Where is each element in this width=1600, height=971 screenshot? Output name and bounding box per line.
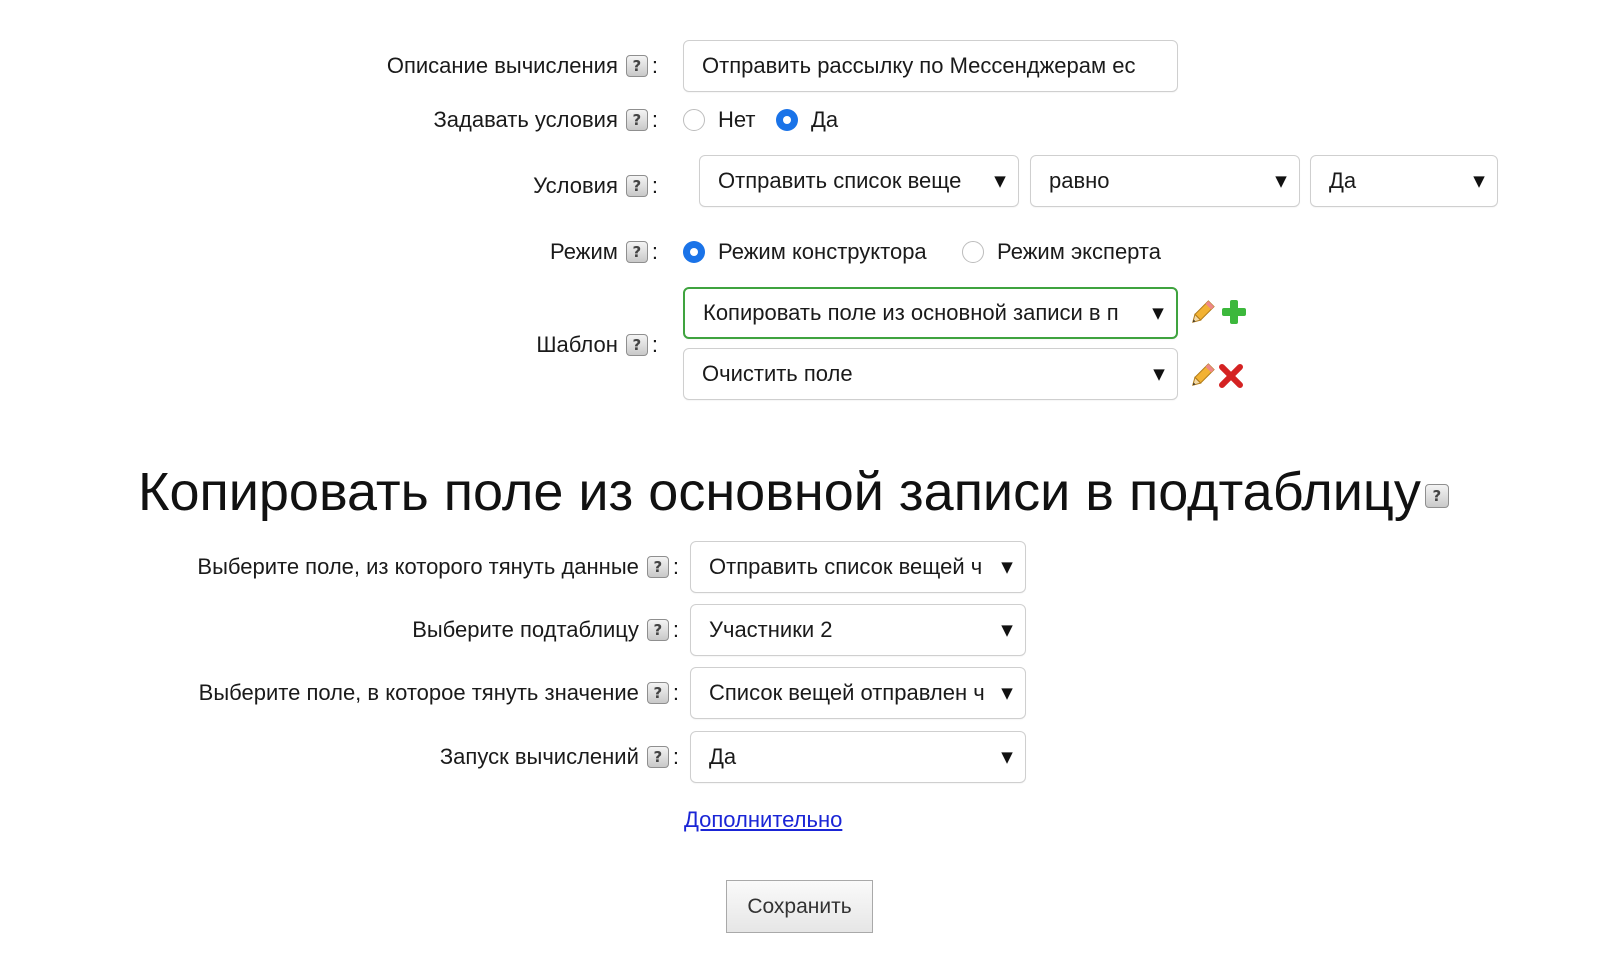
help-icon[interactable]: ?	[646, 682, 669, 704]
radio-constructor-mode[interactable]	[683, 241, 705, 263]
pencil-icon[interactable]	[1187, 361, 1217, 391]
template-select-2[interactable]: Очистить поле ▼	[683, 348, 1178, 400]
chevron-down-icon: ▼	[1001, 558, 1013, 576]
more-options-link[interactable]: Дополнительно	[684, 807, 842, 833]
chevron-down-icon: ▼	[1001, 621, 1013, 639]
target-field-label: Выберите поле, в которое тянуть значение	[198, 680, 639, 705]
radio-expert-label[interactable]: Режим эксперта	[997, 238, 1161, 266]
subtable-select[interactable]: Участники 2 ▼	[690, 604, 1026, 656]
mode-label: Режим	[550, 239, 618, 264]
plus-icon[interactable]	[1220, 298, 1248, 326]
help-icon[interactable]: ?	[625, 334, 648, 356]
subtable-label: Выберите подтаблицу	[412, 617, 639, 642]
help-icon[interactable]: ?	[1424, 483, 1449, 508]
chevron-down-icon: ▼	[1275, 172, 1287, 190]
condition-value-select[interactable]: Да ▼	[1310, 155, 1498, 207]
radio-expert-mode[interactable]	[962, 241, 984, 263]
source-field-select[interactable]: Отправить список вещей ч ▼	[690, 541, 1026, 593]
radio-no[interactable]	[683, 109, 705, 131]
chevron-down-icon: ▼	[1153, 365, 1165, 383]
chevron-down-icon: ▼	[1473, 172, 1485, 190]
chevron-down-icon: ▼	[1152, 304, 1164, 322]
source-field-label: Выберите поле, из которого тянуть данные	[197, 554, 639, 579]
source-field-label-row: Выберите поле, из которого тянуть данные…	[197, 554, 679, 579]
condition-field-select[interactable]: Отправить список веще ▼	[699, 155, 1019, 207]
radio-yes[interactable]	[776, 109, 798, 131]
help-icon[interactable]: ?	[625, 175, 648, 197]
template-label-row: Шаблон ? :	[536, 332, 658, 357]
description-label: Описание вычисления	[386, 53, 618, 78]
radio-yes-label[interactable]: Да	[811, 106, 838, 134]
set-conditions-label-row: Задавать условия ? :	[433, 107, 658, 132]
description-input[interactable]: Отправить рассылку по Мессенджерам ес	[683, 40, 1178, 92]
conditions-label: Условия	[533, 173, 618, 198]
save-button[interactable]: Сохранить	[726, 880, 873, 933]
chevron-down-icon: ▼	[1001, 748, 1013, 766]
help-icon[interactable]: ?	[625, 109, 648, 131]
help-icon[interactable]: ?	[625, 241, 648, 263]
target-field-select[interactable]: Список вещей отправлен ч ▼	[690, 667, 1026, 719]
section-title: Копировать поле из основной записи в под…	[138, 460, 1449, 524]
run-calc-select[interactable]: Да ▼	[690, 731, 1026, 783]
radio-no-label[interactable]: Нет	[718, 106, 755, 134]
help-icon[interactable]: ?	[646, 556, 669, 578]
target-field-label-row: Выберите поле, в которое тянуть значение…	[198, 680, 679, 705]
subtable-label-row: Выберите подтаблицу ? :	[412, 617, 679, 642]
chevron-down-icon: ▼	[994, 172, 1006, 190]
chevron-down-icon: ▼	[1001, 684, 1013, 702]
mode-label-row: Режим ? :	[550, 239, 658, 264]
description-label-row: Описание вычисления ? :	[386, 53, 658, 78]
help-icon[interactable]: ?	[646, 619, 669, 641]
conditions-label-row: Условия ? :	[533, 173, 658, 198]
help-icon[interactable]: ?	[625, 55, 648, 77]
run-calc-label-row: Запуск вычислений ? :	[439, 744, 679, 769]
run-calc-label: Запуск вычислений	[439, 744, 639, 769]
template-label: Шаблон	[536, 332, 618, 357]
template-select-1[interactable]: Копировать поле из основной записи в п ▼	[683, 287, 1178, 339]
cross-icon[interactable]	[1218, 363, 1244, 389]
condition-operator-select[interactable]: равно ▼	[1030, 155, 1300, 207]
set-conditions-label: Задавать условия	[433, 107, 618, 132]
pencil-icon[interactable]	[1187, 298, 1217, 328]
radio-constructor-label[interactable]: Режим конструктора	[718, 238, 927, 266]
help-icon[interactable]: ?	[646, 746, 669, 768]
